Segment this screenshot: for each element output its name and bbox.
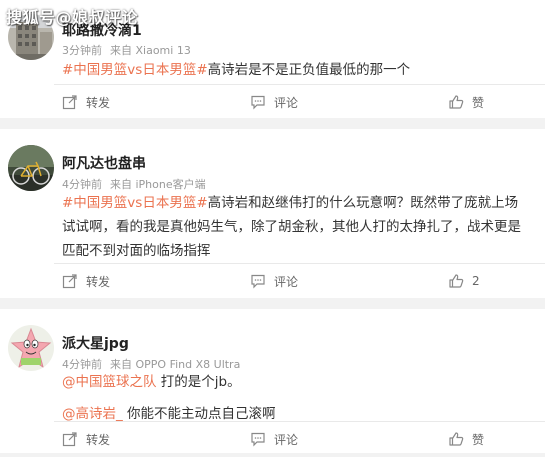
thumbs-up-icon	[449, 432, 464, 446]
comment-meta: 3分钟前 来自 Xiaomi 13	[62, 42, 191, 58]
patrick-star-icon	[8, 325, 54, 371]
comment-icon	[251, 95, 265, 110]
comment-label: 评论	[274, 274, 299, 289]
comment-content: 高诗岩是不是正负值最低的那一个	[207, 62, 411, 78]
repost-button[interactable]: 转发	[62, 421, 110, 457]
like-button[interactable]: 2	[448, 263, 480, 299]
source-device: 来自 Xiaomi 13	[110, 44, 191, 57]
repost-label: 转发	[86, 95, 111, 110]
repost-button[interactable]: 转发	[62, 263, 110, 299]
comment-icon	[251, 432, 265, 447]
reply-text: 打的是个jb。	[156, 374, 241, 390]
comment-icon	[251, 274, 265, 289]
comment-text: @中国篮球之队 打的是个jb。 @高诗岩_ 你能不能主动点自己滚啊	[62, 370, 531, 426]
repost-button[interactable]: 转发	[62, 84, 110, 120]
avatar[interactable]	[8, 145, 54, 191]
mention-link[interactable]: @高诗岩_	[62, 406, 123, 422]
comment-text: #中国男篮vs日本男篮#高诗岩是不是正负值最低的那一个	[62, 58, 531, 82]
avatar[interactable]	[8, 325, 54, 371]
comment-card: 派大星jpg 4分钟前 来自 OPPO Find X8 Ultra @中国篮球之队…	[0, 309, 545, 453]
repost-label: 转发	[86, 274, 111, 289]
watermark: 搜狐号@娘叔评论	[6, 8, 139, 27]
action-bar: 转发 评论 2	[0, 263, 545, 299]
comment-meta: 4分钟前 来自 iPhone客户端	[62, 176, 206, 192]
comment-button[interactable]: 评论	[250, 84, 298, 120]
thumbs-up-icon	[449, 95, 464, 109]
timestamp: 3分钟前	[62, 44, 102, 57]
comment-label: 评论	[274, 95, 299, 110]
hashtag-link[interactable]: #中国男篮vs日本男篮#	[62, 195, 208, 211]
repost-icon	[62, 274, 77, 289]
comment-button[interactable]: 评论	[250, 421, 298, 457]
repost-label: 转发	[86, 432, 111, 447]
username[interactable]: 阿凡达也盘串	[62, 153, 146, 173]
action-bar: 转发 评论 赞	[0, 84, 545, 120]
like-label: 赞	[472, 432, 485, 447]
like-count: 2	[472, 274, 480, 288]
comment-label: 评论	[274, 432, 299, 447]
source-device: 来自 iPhone客户端	[110, 178, 206, 191]
action-bar: 转发 评论 赞	[0, 421, 545, 457]
comment-card: 阿凡达也盘串 4分钟前 来自 iPhone客户端 #中国男篮vs日本男篮#高诗岩和…	[0, 129, 545, 298]
mention-link[interactable]: @中国篮球之队	[62, 374, 157, 390]
reply-line: @中国篮球之队 打的是个jb。	[62, 370, 531, 394]
bicycle-photo-icon	[8, 145, 54, 191]
thumbs-up-icon	[449, 274, 464, 288]
like-label: 赞	[472, 95, 485, 110]
comment-button[interactable]: 评论	[250, 263, 298, 299]
repost-icon	[62, 432, 77, 447]
like-button[interactable]: 赞	[448, 421, 484, 457]
like-button[interactable]: 赞	[448, 84, 484, 120]
repost-icon	[62, 95, 77, 110]
comment-text: #中国男篮vs日本男篮#高诗岩和赵继伟打的什么玩意啊？既然带了庞就上场试试啊，看…	[62, 191, 531, 263]
hashtag-link[interactable]: #中国男篮vs日本男篮#	[62, 62, 208, 78]
reply-text: 你能不能主动点自己滚啊	[122, 406, 276, 422]
timestamp: 4分钟前	[62, 178, 102, 191]
username[interactable]: 派大星jpg	[62, 333, 129, 353]
